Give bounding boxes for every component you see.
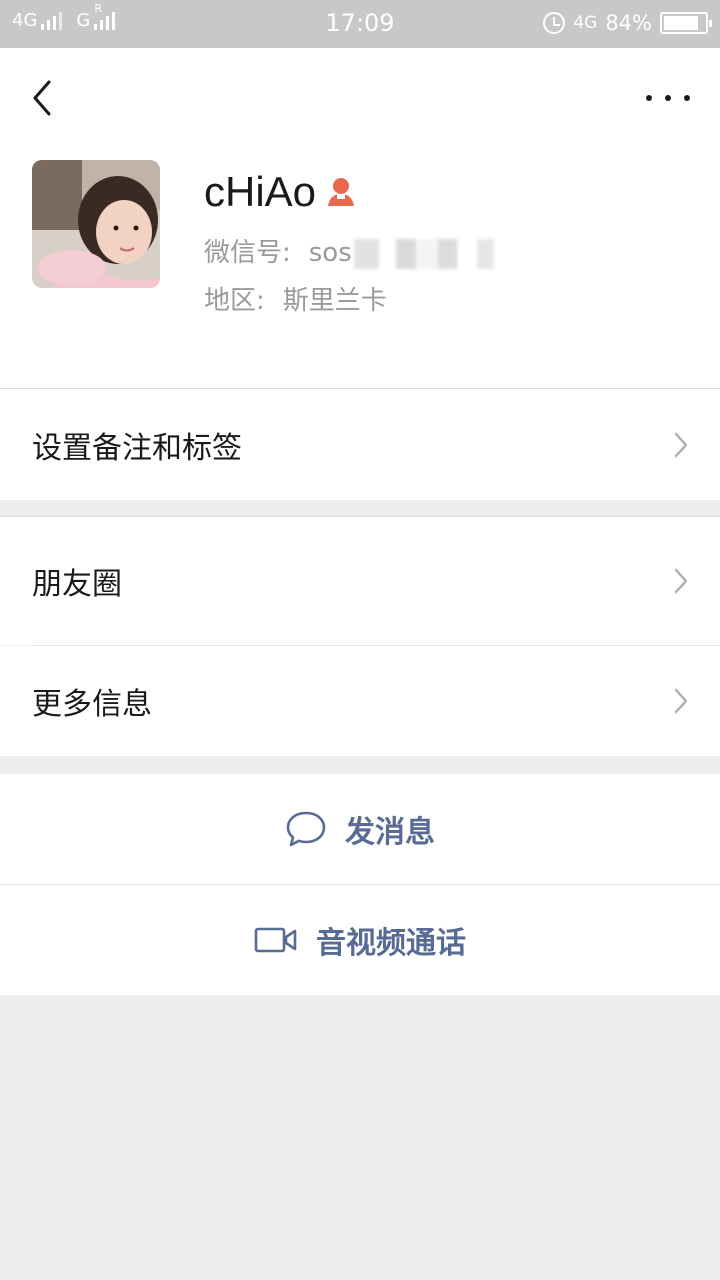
video-call-label: 音视频通话 xyxy=(316,926,466,961)
region: 地区: 斯里兰卡 xyxy=(204,280,387,317)
battery-percent: 84% xyxy=(605,11,652,35)
chevron-right-icon xyxy=(674,568,688,594)
more-info-label: 更多信息 xyxy=(32,687,152,722)
profile-header: cHiAo 微信号: sos 地区: 斯里兰卡 xyxy=(0,48,720,388)
more-info-row[interactable]: 更多信息 xyxy=(0,646,720,756)
more-dot xyxy=(684,95,690,101)
back-arrow-icon xyxy=(33,80,51,116)
redacted-blur xyxy=(353,238,494,269)
region-value: 斯里兰卡 xyxy=(282,286,387,316)
alarm-icon xyxy=(543,12,566,34)
more-dots-icon xyxy=(646,95,652,101)
video-call-button[interactable]: 音视频通话 xyxy=(0,885,720,995)
avatar-image xyxy=(32,160,160,288)
region-label: 地区: xyxy=(204,286,265,316)
battery-icon xyxy=(660,12,712,34)
status-bar: 4G G R 17:09 4G 84% xyxy=(0,0,720,48)
gender-female-icon xyxy=(328,178,355,206)
moments-row[interactable]: 朋友圈 xyxy=(0,516,720,645)
moments-label: 朋友圈 xyxy=(32,567,122,602)
send-message-label: 发消息 xyxy=(345,815,435,850)
remark-tags-label: 设置备注和标签 xyxy=(32,430,242,466)
video-camera-icon xyxy=(254,927,297,953)
avatar[interactable] xyxy=(32,160,160,288)
chat-bubble-icon xyxy=(286,811,326,847)
name-row: cHiAo xyxy=(204,168,356,216)
chevron-right-icon xyxy=(674,432,688,457)
more-button[interactable] xyxy=(646,86,690,110)
battery-level xyxy=(664,16,698,30)
send-message-button[interactable]: 发消息 xyxy=(0,774,720,884)
back-button[interactable] xyxy=(22,78,62,118)
wechat-id-value: sos xyxy=(308,238,352,268)
chevron-right-icon xyxy=(674,688,688,714)
status-right-group: 4G 84% xyxy=(543,11,712,35)
contact-name: cHiAo xyxy=(204,168,317,215)
wechat-id: 微信号: sos xyxy=(204,232,494,269)
network-type-3: 4G xyxy=(573,13,598,33)
more-dot xyxy=(665,95,671,101)
remark-tags-row[interactable]: 设置备注和标签 xyxy=(0,388,720,500)
wechat-id-label: 微信号: xyxy=(204,238,291,268)
